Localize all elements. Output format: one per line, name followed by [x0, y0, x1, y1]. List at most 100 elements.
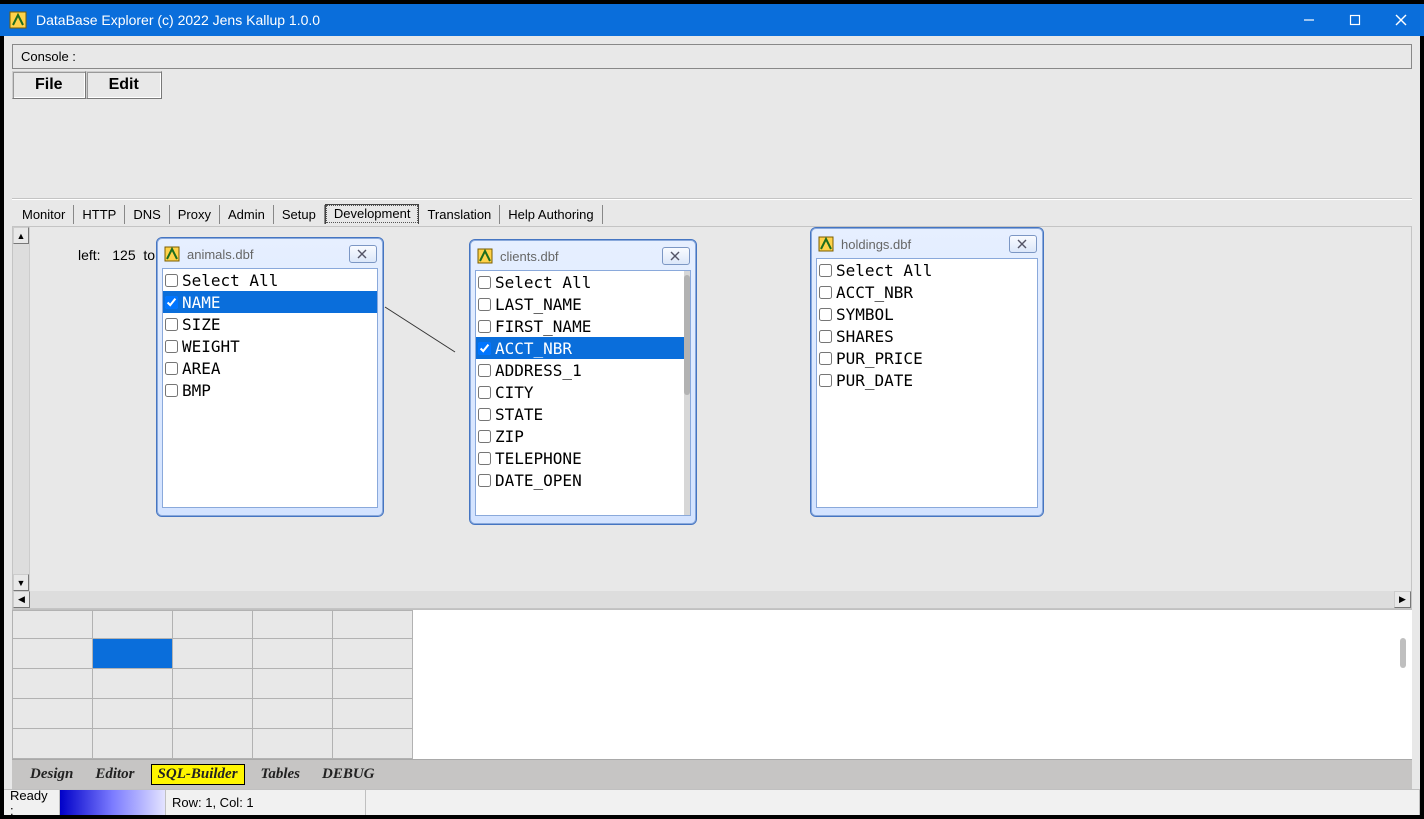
- field-checkbox[interactable]: [819, 330, 832, 343]
- field-checkbox[interactable]: [478, 342, 491, 355]
- grid-cell[interactable]: [333, 639, 413, 669]
- result-grid[interactable]: [12, 610, 413, 759]
- grid-cell[interactable]: [93, 699, 173, 729]
- select-all-checkbox[interactable]: [165, 274, 178, 287]
- grid-cell[interactable]: [333, 729, 413, 759]
- grid-row-header[interactable]: [13, 669, 93, 699]
- tab-help-authoring[interactable]: Help Authoring: [500, 205, 602, 224]
- field-checkbox[interactable]: [819, 352, 832, 365]
- field-row-weight[interactable]: WEIGHT: [163, 335, 377, 357]
- field-list[interactable]: Select AllNAMESIZEWEIGHTAREABMP: [162, 268, 378, 508]
- field-list-scrollbar[interactable]: [684, 271, 690, 515]
- field-row-first_name[interactable]: FIRST_NAME: [476, 315, 690, 337]
- field-row-bmp[interactable]: BMP: [163, 379, 377, 401]
- field-row-zip[interactable]: ZIP: [476, 425, 690, 447]
- grid-row-header[interactable]: [13, 729, 93, 759]
- field-row-city[interactable]: CITY: [476, 381, 690, 403]
- field-checkbox[interactable]: [478, 474, 491, 487]
- field-checkbox[interactable]: [478, 298, 491, 311]
- field-row-acct_nbr[interactable]: ACCT_NBR: [817, 281, 1037, 303]
- grid-cell[interactable]: [173, 639, 253, 669]
- field-row-date_open[interactable]: DATE_OPEN: [476, 469, 690, 491]
- field-row-acct_nbr[interactable]: ACCT_NBR: [476, 337, 690, 359]
- vertical-scrollbar[interactable]: ▲ ▼: [13, 227, 30, 591]
- field-checkbox[interactable]: [819, 308, 832, 321]
- menu-file[interactable]: File: [12, 71, 86, 99]
- bottom-tab-sql-builder[interactable]: SQL-Builder: [151, 764, 245, 785]
- design-canvas[interactable]: left: 125 top animals.dbfSelect AllNAMES…: [30, 227, 1411, 591]
- field-row-pur_price[interactable]: PUR_PRICE: [817, 347, 1037, 369]
- field-checkbox[interactable]: [165, 296, 178, 309]
- grid-col-header[interactable]: [333, 611, 413, 639]
- field-row-pur_date[interactable]: PUR_DATE: [817, 369, 1037, 391]
- grid-col-header[interactable]: [93, 611, 173, 639]
- field-checkbox[interactable]: [478, 364, 491, 377]
- grid-cell[interactable]: [173, 699, 253, 729]
- table-window-titlebar[interactable]: clients.dbf: [472, 242, 694, 270]
- field-checkbox[interactable]: [165, 340, 178, 353]
- grid-cell[interactable]: [93, 669, 173, 699]
- grid-col-header[interactable]: [253, 611, 333, 639]
- grid-corner[interactable]: [13, 611, 93, 639]
- field-checkbox[interactable]: [478, 452, 491, 465]
- bottom-tab-editor[interactable]: Editor: [89, 764, 140, 785]
- grid-row-header[interactable]: [13, 699, 93, 729]
- scroll-right-button[interactable]: ▶: [1394, 591, 1411, 608]
- grid-cell[interactable]: [253, 639, 333, 669]
- field-row-area[interactable]: AREA: [163, 357, 377, 379]
- field-row-shares[interactable]: SHARES: [817, 325, 1037, 347]
- grid-cell[interactable]: [93, 729, 173, 759]
- table-window-clients-dbf[interactable]: clients.dbfSelect AllLAST_NAMEFIRST_NAME…: [469, 239, 697, 525]
- field-row-symbol[interactable]: SYMBOL: [817, 303, 1037, 325]
- field-row-telephone[interactable]: TELEPHONE: [476, 447, 690, 469]
- horizontal-scrollbar[interactable]: ◀ ▶: [13, 591, 1411, 608]
- scroll-up-button[interactable]: ▲: [13, 227, 29, 244]
- scroll-left-button[interactable]: ◀: [13, 591, 30, 608]
- field-row-state[interactable]: STATE: [476, 403, 690, 425]
- field-checkbox[interactable]: [165, 384, 178, 397]
- maximize-button[interactable]: [1332, 4, 1378, 36]
- table-window-animals-dbf[interactable]: animals.dbfSelect AllNAMESIZEWEIGHTAREAB…: [156, 237, 384, 517]
- select-all-checkbox[interactable]: [478, 276, 491, 289]
- grid-row-header[interactable]: [13, 639, 93, 669]
- scroll-down-button[interactable]: ▼: [13, 574, 29, 591]
- table-window-close-button[interactable]: [1009, 235, 1037, 253]
- field-row-last_name[interactable]: LAST_NAME: [476, 293, 690, 315]
- grid-cell[interactable]: [253, 699, 333, 729]
- field-checkbox[interactable]: [478, 408, 491, 421]
- table-window-titlebar[interactable]: animals.dbf: [159, 240, 381, 268]
- tab-translation[interactable]: Translation: [419, 205, 500, 224]
- menu-edit[interactable]: Edit: [86, 71, 162, 99]
- field-checkbox[interactable]: [165, 362, 178, 375]
- tab-setup[interactable]: Setup: [274, 205, 325, 224]
- table-window-close-button[interactable]: [662, 247, 690, 265]
- field-checkbox[interactable]: [819, 374, 832, 387]
- select-all-checkbox[interactable]: [819, 264, 832, 277]
- scroll-thumb[interactable]: [684, 275, 690, 395]
- field-checkbox[interactable]: [478, 430, 491, 443]
- table-window-close-button[interactable]: [349, 245, 377, 263]
- vertical-scroll-track[interactable]: [13, 244, 29, 574]
- bottom-tab-design[interactable]: Design: [24, 764, 79, 785]
- grid-cell[interactable]: [253, 729, 333, 759]
- table-window-titlebar[interactable]: holdings.dbf: [813, 230, 1041, 258]
- field-checkbox[interactable]: [819, 286, 832, 299]
- select-all-row[interactable]: Select All: [476, 271, 690, 293]
- bottom-tab-debug[interactable]: DEBUG: [316, 764, 381, 785]
- grid-cell[interactable]: [173, 669, 253, 699]
- field-list[interactable]: Select AllLAST_NAMEFIRST_NAMEACCT_NBRADD…: [475, 270, 691, 516]
- tab-development[interactable]: Development: [325, 204, 420, 224]
- grid-col-header[interactable]: [173, 611, 253, 639]
- bottom-tab-tables[interactable]: Tables: [255, 764, 306, 785]
- tab-proxy[interactable]: Proxy: [170, 205, 220, 224]
- tab-monitor[interactable]: Monitor: [14, 205, 74, 224]
- tab-dns[interactable]: DNS: [125, 205, 169, 224]
- field-checkbox[interactable]: [478, 320, 491, 333]
- minimize-button[interactable]: [1286, 4, 1332, 36]
- grid-cell[interactable]: [173, 729, 253, 759]
- tab-admin[interactable]: Admin: [220, 205, 274, 224]
- select-all-row[interactable]: Select All: [163, 269, 377, 291]
- field-checkbox[interactable]: [478, 386, 491, 399]
- tab-http[interactable]: HTTP: [74, 205, 125, 224]
- horizontal-scroll-track[interactable]: [30, 591, 1394, 608]
